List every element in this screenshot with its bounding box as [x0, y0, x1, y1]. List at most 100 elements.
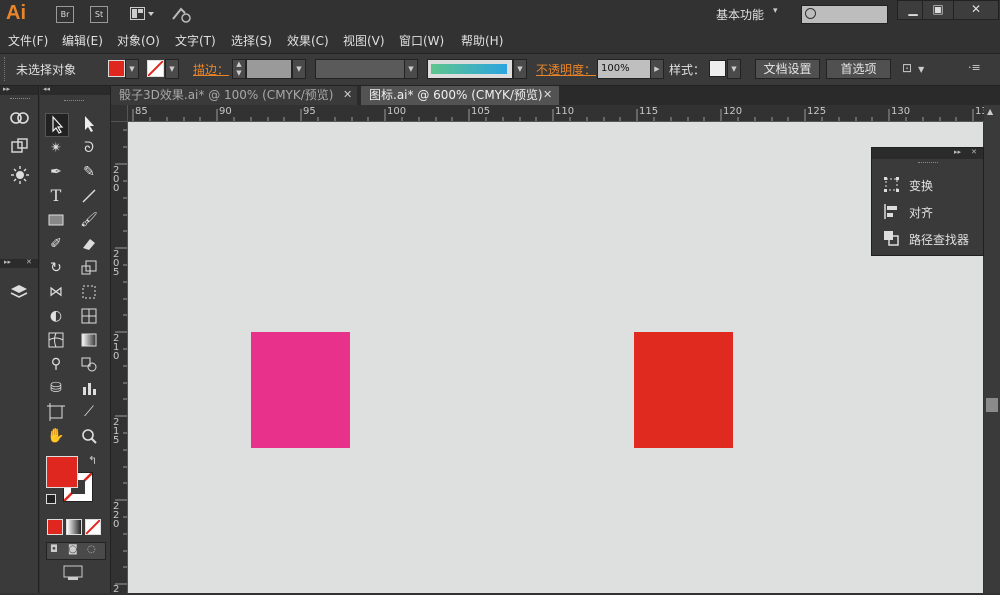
control-bar-grip[interactable]	[4, 57, 8, 81]
scale-tool[interactable]	[78, 257, 100, 279]
brush-definition[interactable]	[427, 59, 513, 79]
screen-mode-button[interactable]	[62, 564, 86, 585]
expand-icon[interactable]: ▸▸	[954, 148, 961, 156]
opacity-dropdown[interactable]: ▶	[650, 59, 664, 79]
vertical-ruler[interactable]: 200 205 210 215 220 2	[111, 122, 128, 595]
dock-header[interactable]: ▸▸	[0, 85, 38, 95]
tools-panel-header[interactable]: ◂◂	[40, 85, 110, 95]
tab-document-icon[interactable]: 图标.ai* @ 600% (CMYK/预览)	[361, 86, 559, 105]
scroll-thumb[interactable]	[986, 398, 998, 412]
panel-group-header[interactable]: ▸▸ ✕	[872, 148, 983, 159]
appearance-button[interactable]	[11, 166, 29, 187]
libraries-button[interactable]	[9, 110, 31, 129]
maximize-button[interactable]: ▣	[922, 0, 954, 20]
tab-document-dice[interactable]: 骰子3D效果.ai* @ 100% (CMYK/预览)	[111, 86, 357, 105]
draw-behind-icon[interactable]: ◙	[68, 544, 78, 555]
menu-help[interactable]: 帮助(H)	[461, 32, 503, 49]
stroke-dropdown[interactable]: ▼	[165, 59, 179, 79]
dock-grip[interactable]	[10, 98, 30, 102]
paintbrush-tool[interactable]: 🖌	[78, 209, 100, 231]
stroke-weight-input[interactable]	[246, 59, 292, 79]
draw-normal-icon[interactable]: ◘	[50, 544, 58, 555]
lasso-tool[interactable]: ᘐ	[78, 137, 100, 159]
hand-tool[interactable]: ✋	[45, 425, 67, 447]
shape-builder-tool[interactable]: ◐	[45, 305, 67, 327]
free-transform-tool[interactable]	[78, 281, 100, 303]
gpu-performance-button[interactable]	[171, 5, 193, 26]
bridge-button[interactable]: Br	[56, 6, 74, 23]
close-window-button[interactable]: ✕	[953, 0, 999, 20]
stroke-label[interactable]: 描边：	[193, 61, 229, 78]
gradient-tool[interactable]	[78, 329, 100, 351]
profile-dropdown[interactable]: ▼	[404, 59, 418, 79]
menu-edit[interactable]: 编辑(E)	[62, 32, 103, 49]
zoom-tool[interactable]	[78, 425, 100, 447]
pink-rectangle[interactable]	[251, 332, 350, 448]
selection-tool[interactable]	[45, 113, 69, 137]
search-input[interactable]	[801, 5, 888, 24]
close-tab-icon-file-icon[interactable]: ✕	[543, 88, 552, 101]
menu-window[interactable]: 窗口(W)	[399, 32, 444, 49]
document-setup-button[interactable]: 文档设置	[755, 59, 820, 79]
color-mode-button[interactable]	[47, 519, 63, 535]
symbol-sprayer-tool[interactable]: ⛁	[45, 377, 67, 399]
stock-button[interactable]: St	[90, 6, 108, 23]
default-fill-stroke-button[interactable]	[46, 494, 56, 504]
menu-file[interactable]: 文件(F)	[8, 32, 48, 49]
panel-grip[interactable]	[918, 162, 938, 166]
opacity-label[interactable]: 不透明度：	[536, 61, 596, 78]
stroke-weight-dropdown[interactable]: ▼	[292, 59, 306, 79]
transform-panel-button[interactable]: 变换	[872, 175, 983, 195]
opacity-input[interactable]: 100%	[597, 59, 652, 79]
column-graph-tool[interactable]	[78, 377, 100, 399]
menu-type[interactable]: 文字(T)	[175, 32, 216, 49]
artboard-tool[interactable]	[45, 401, 67, 423]
menu-object[interactable]: 对象(O)	[117, 32, 160, 49]
tools-grip[interactable]	[64, 100, 84, 104]
ruler-origin[interactable]	[111, 105, 128, 122]
align-panel-button[interactable]: 对齐	[872, 202, 983, 222]
none-mode-button[interactable]	[85, 519, 101, 535]
chevron-down-icon[interactable]: ▾	[773, 6, 778, 16]
pathfinder-panel-button[interactable]: 路径查找器	[872, 229, 983, 249]
line-tool[interactable]	[78, 185, 100, 207]
workspace-switcher[interactable]: 基本功能	[716, 6, 764, 23]
type-tool[interactable]: T	[45, 185, 67, 207]
fill-swatch[interactable]	[108, 60, 125, 77]
vertical-scrollbar[interactable]: ▲	[984, 105, 1000, 593]
eraser-tool[interactable]	[78, 233, 100, 255]
menu-view[interactable]: 视图(V)	[343, 32, 385, 49]
brush-dropdown[interactable]: ▼	[513, 59, 527, 79]
stroke-weight-stepper[interactable]: ▲ ▼	[232, 59, 246, 79]
slice-tool[interactable]: ⟋	[78, 401, 100, 423]
stroke-swatch[interactable]	[147, 60, 164, 77]
perspective-grid-tool[interactable]	[78, 305, 100, 327]
width-tool[interactable]: ⋈	[45, 281, 67, 303]
fill-dropdown[interactable]: ▼	[125, 59, 139, 79]
fill-color-box[interactable]	[46, 456, 78, 488]
artboard-canvas[interactable]	[128, 122, 983, 593]
arrange-documents-button[interactable]	[130, 6, 156, 25]
asset-export-button[interactable]	[11, 138, 29, 159]
draw-inside-icon[interactable]: ◌	[87, 544, 96, 555]
layers-panel-header[interactable]: ▸▸ ✕	[0, 258, 38, 268]
shaper-tool[interactable]: ✐	[45, 233, 67, 255]
variable-width-profile[interactable]	[315, 59, 405, 79]
style-swatch[interactable]	[709, 60, 726, 77]
mesh-tool[interactable]	[45, 329, 67, 351]
align-options-button[interactable]: ⊡ ▼	[902, 61, 924, 75]
layers-button[interactable]	[10, 283, 28, 304]
rectangle-tool[interactable]	[45, 209, 67, 231]
direct-selection-tool[interactable]	[78, 113, 100, 135]
menu-select[interactable]: 选择(S)	[231, 32, 272, 49]
close-icon[interactable]: ✕	[971, 148, 977, 156]
horizontal-ruler[interactable]: 85 90 95 100 105 110 115 120 125 130 13	[128, 105, 988, 122]
rotate-tool[interactable]: ↻	[45, 257, 67, 279]
swap-fill-stroke-button[interactable]: ↰	[88, 454, 97, 467]
close-tab-dice-icon[interactable]: ✕	[343, 88, 352, 101]
magic-wand-tool[interactable]: ✴	[45, 137, 67, 159]
scroll-up-icon[interactable]: ▲	[987, 107, 993, 116]
control-panel-menu-button[interactable]: ·≡	[968, 61, 981, 74]
curvature-tool[interactable]: ✎	[78, 161, 100, 183]
style-dropdown[interactable]: ▼	[727, 59, 741, 79]
